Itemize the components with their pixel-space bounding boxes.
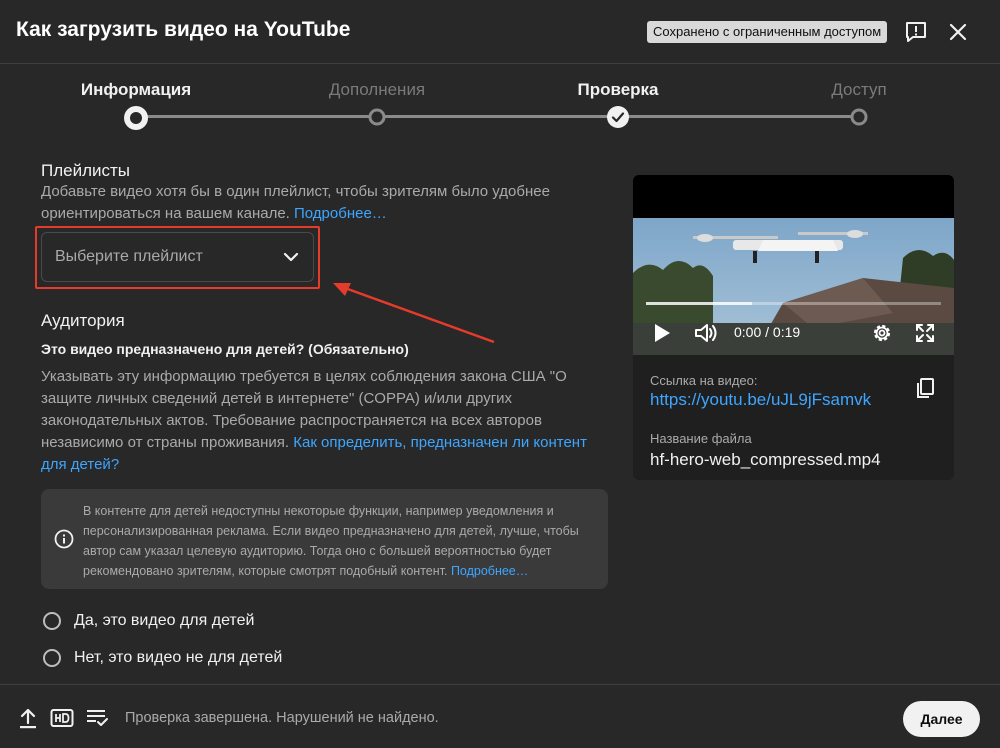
step-extras-label[interactable]: Дополнения [329, 80, 425, 100]
step-access-label[interactable]: Доступ [831, 80, 886, 100]
next-button[interactable]: Далее [903, 701, 980, 737]
filename-value: hf-hero-web_compressed.mp4 [650, 450, 881, 469]
kids-info-line: персонализированная реклама. Если видео … [83, 524, 579, 538]
play-button[interactable] [650, 321, 674, 345]
step-checks-done-icon[interactable] [606, 105, 630, 129]
feedback-icon [906, 22, 926, 42]
close-button[interactable] [943, 17, 973, 47]
saved-status-badge: Сохранено с ограниченным доступом [647, 21, 888, 43]
radio-button[interactable] [43, 649, 61, 667]
video-player[interactable]: 0:00 / 0:19 [633, 175, 954, 355]
upload-status-button[interactable] [17, 707, 39, 729]
kids-info-learn-more-link[interactable]: Подробнее… [451, 564, 528, 578]
radio-label: Нет, это видео не для детей [74, 649, 283, 666]
radio-made-for-kids-no[interactable]: Нет, это видео не для детей [43, 649, 282, 667]
playlist-highlight-annotation [35, 226, 320, 289]
checks-status-text: Проверка завершена. Нарушений не найдено… [125, 710, 439, 726]
volume-icon [695, 324, 717, 342]
hd-status-button[interactable] [50, 707, 74, 729]
upload-icon [20, 708, 36, 729]
audience-title: Аудитория [41, 311, 125, 330]
info-icon [54, 529, 74, 549]
radio-button[interactable] [43, 612, 61, 630]
step-access-dot[interactable] [850, 108, 868, 126]
playlists-description: Добавьте видео хотя бы в один плейлист, … [41, 181, 601, 225]
volume-button[interactable] [692, 320, 720, 346]
playlists-description-line: ориентироваться на вашем канале. [41, 205, 290, 222]
made-for-kids-help-link-cont[interactable]: для детей? [41, 454, 611, 476]
fullscreen-icon [916, 324, 934, 342]
step-extras-dot[interactable] [368, 108, 386, 126]
copy-link-button[interactable] [912, 375, 938, 401]
step-info-label[interactable]: Информация [81, 80, 191, 100]
coppa-description-line: защите личных сведений детей в интернете… [41, 390, 513, 407]
fullscreen-button[interactable] [912, 320, 938, 346]
video-progress-fill [646, 302, 753, 305]
gear-icon [873, 324, 891, 342]
kids-question: Это видео предназначено для детей? (Обяз… [41, 341, 409, 357]
kids-info-text: В контенте для детей недоступны некоторы… [83, 501, 588, 581]
video-link-label: Ссылка на видео: [650, 373, 758, 388]
video-time: 0:00 / 0:19 [734, 324, 801, 340]
dialog-footer: Проверка завершена. Нарушений не найдено… [0, 684, 1000, 748]
kids-info-box: В контенте для детей недоступны некоторы… [41, 489, 608, 589]
playlists-learn-more-link[interactable]: Подробнее… [294, 205, 387, 222]
stepper-track [136, 115, 859, 118]
made-for-kids-help-link[interactable]: Как определить, предназначен ли контент [293, 434, 587, 451]
radio-made-for-kids-yes[interactable]: Да, это видео для детей [43, 612, 254, 630]
close-icon [949, 23, 967, 41]
upload-stepper: Информация Дополнения Проверка Доступ [0, 64, 1000, 134]
coppa-description-line: Указывать эту информацию требуется в цел… [41, 368, 567, 385]
dialog-header: Как загрузить видео на YouTube Сохранено… [0, 0, 1000, 64]
step-checks-label[interactable]: Проверка [577, 80, 658, 100]
checks-list-icon [87, 710, 108, 726]
coppa-description: Указывать эту информацию требуется в цел… [41, 366, 611, 476]
hd-icon [50, 709, 74, 727]
copy-icon [917, 378, 934, 398]
settings-button[interactable] [869, 320, 895, 346]
filename-label: Название файла [650, 431, 752, 446]
video-link[interactable]: https://youtu.be/uJL9jFsamvk [650, 390, 871, 410]
coppa-description-line: независимо от страны проживания. [41, 434, 290, 451]
checks-status-button[interactable] [85, 707, 109, 729]
kids-info-line: автор сам указал целевую аудиторию. Тогд… [83, 544, 552, 558]
video-preview-card: 0:00 / 0:19 Ссылка на видео: https://you… [633, 175, 954, 480]
playlists-title: Плейлисты [41, 161, 131, 180]
kids-info-line: В контенте для детей недоступны некоторы… [83, 504, 554, 518]
feedback-button[interactable] [901, 17, 931, 47]
radio-label: Да, это видео для детей [74, 612, 255, 629]
step-info-dot[interactable] [123, 105, 149, 131]
play-icon [655, 324, 670, 342]
playlists-description-line: Добавьте видео хотя бы в один плейлист, … [41, 183, 550, 200]
kids-info-line: рекомендовано зрителям, которые смотрят … [83, 564, 448, 578]
coppa-description-line: законодательных актов. Требование распро… [41, 412, 542, 429]
dialog-title: Как загрузить видео на YouTube [16, 18, 351, 41]
